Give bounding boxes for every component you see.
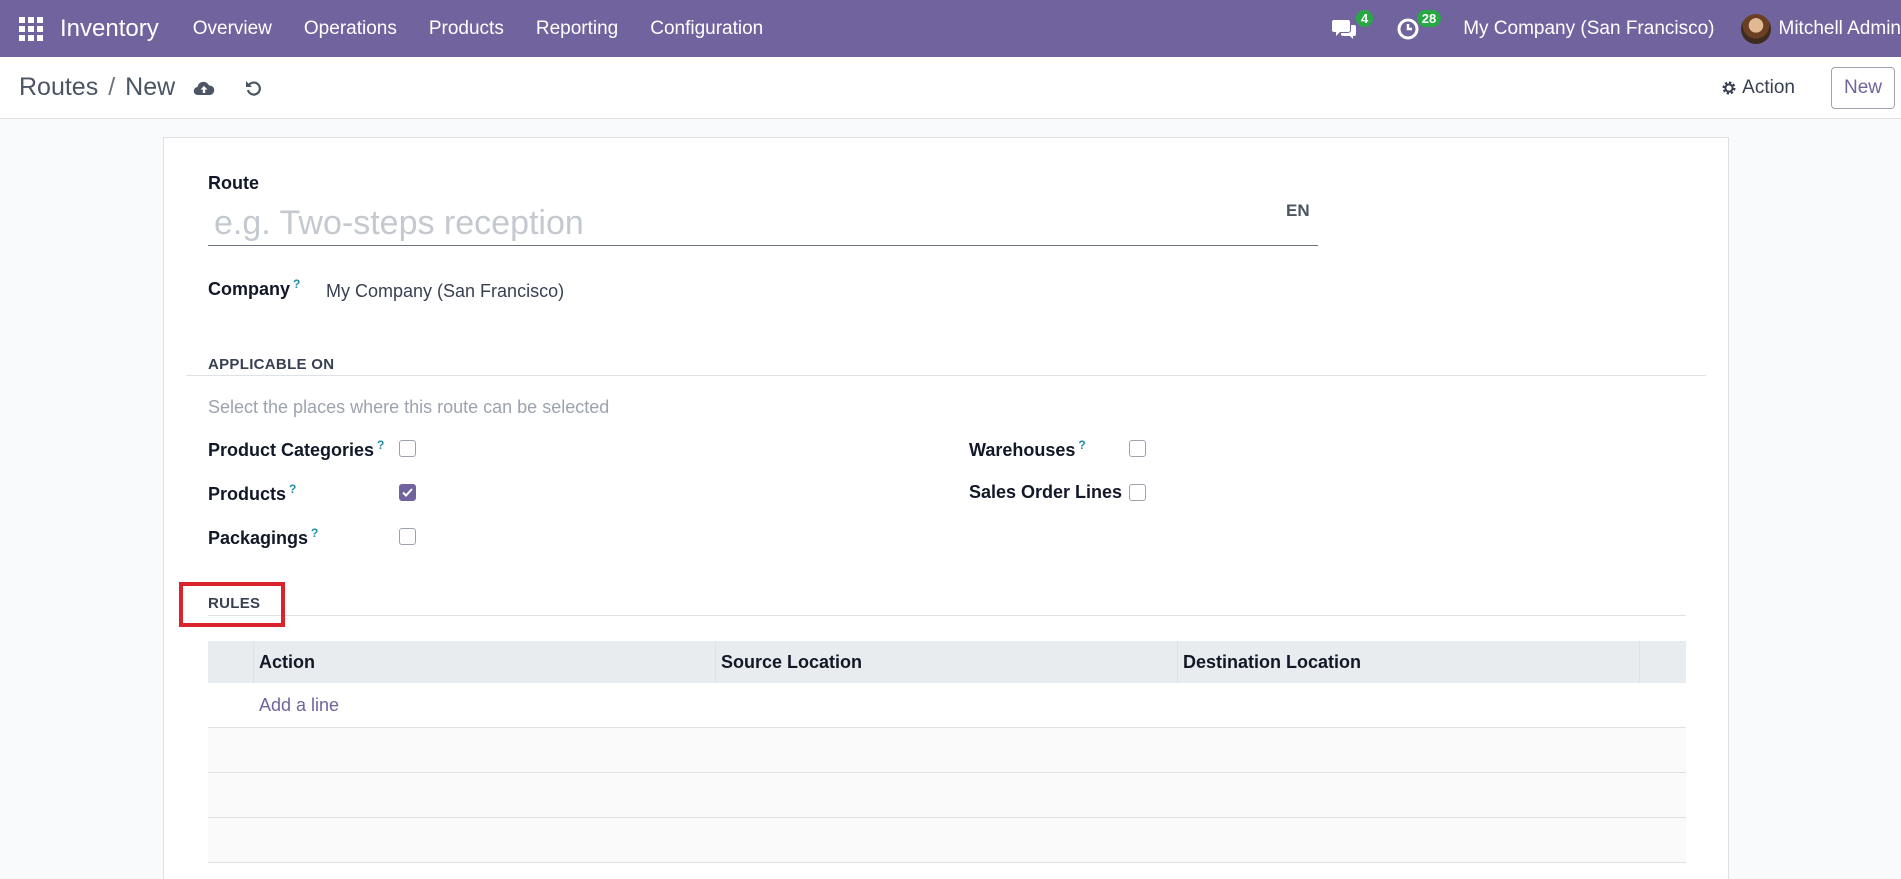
form-sheet: Route EN Company? My Company (San Franci… [163, 137, 1729, 879]
company-switcher[interactable]: My Company (San Francisco) [1463, 18, 1714, 40]
product-categories-label: Product Categories? [208, 438, 384, 461]
gear-icon [1722, 81, 1736, 95]
column-destination-location[interactable]: Destination Location [1178, 641, 1640, 683]
translate-button[interactable]: EN [1286, 201, 1310, 221]
company-label-text: Company [208, 279, 291, 299]
section-divider [208, 615, 1686, 616]
warehouses-text: Warehouses [969, 440, 1076, 460]
applicable-on-hint: Select the places where this route can b… [208, 397, 610, 417]
route-name-input[interactable] [208, 201, 1318, 246]
menu-products[interactable]: Products [413, 18, 520, 40]
menu-operations[interactable]: Operations [288, 18, 413, 40]
sales-order-lines-label: Sales Order Lines [969, 482, 1123, 502]
chat-icon [1332, 19, 1357, 39]
action-menu-button[interactable]: Action [1721, 77, 1795, 99]
help-icon[interactable]: ? [311, 526, 318, 540]
breadcrumb-routes[interactable]: Routes [19, 73, 98, 102]
company-field[interactable]: My Company (San Francisco) [326, 281, 564, 302]
table-row [208, 773, 1686, 818]
add-line-link[interactable]: Add a line [208, 683, 1686, 728]
control-panel: Routes / New Action New [0, 57, 1901, 119]
table-row [208, 728, 1686, 773]
column-source-location[interactable]: Source Location [716, 641, 1178, 683]
messages-button[interactable]: 4 [1329, 9, 1374, 44]
user-avatar[interactable] [1740, 13, 1771, 44]
company-label: Company? [208, 277, 300, 300]
optional-columns-toggle[interactable] [1640, 641, 1686, 683]
navbar-systray: 4 28 My Company (San Francisco) Mitchell… [1329, 0, 1901, 57]
breadcrumb-separator: / [108, 73, 116, 101]
new-button[interactable]: New [1830, 67, 1895, 109]
top-navbar: Inventory Overview Operations Products R… [0, 0, 1901, 57]
product-categories-text: Product Categories [208, 440, 375, 460]
rules-table: Action Source Location Destination Locat… [208, 641, 1686, 863]
control-panel-actions: Action New [1721, 57, 1895, 119]
sales-order-lines-checkbox[interactable] [1129, 484, 1146, 501]
breadcrumb: Routes / New [19, 73, 175, 102]
action-label: Action [1742, 77, 1795, 98]
help-icon[interactable]: ? [293, 277, 300, 291]
undo-icon [246, 80, 262, 96]
rules-table-header: Action Source Location Destination Locat… [208, 641, 1686, 683]
products-label: Products? [208, 482, 296, 505]
applicable-on-title: APPLICABLE ON [208, 356, 335, 373]
menu-reporting[interactable]: Reporting [520, 18, 634, 40]
activities-badge: 28 [1416, 9, 1442, 27]
section-divider [186, 375, 1706, 376]
user-menu[interactable]: Mitchell Admin [1779, 18, 1901, 40]
handle-column [208, 641, 254, 683]
packagings-text: Packagings [208, 528, 309, 548]
route-label: Route [208, 173, 259, 193]
products-text: Products [208, 484, 287, 504]
help-icon[interactable]: ? [289, 482, 296, 496]
help-icon[interactable]: ? [1078, 438, 1085, 452]
warehouses-checkbox[interactable] [1129, 440, 1146, 457]
rules-title: RULES [208, 595, 261, 612]
save-button[interactable] [193, 77, 215, 99]
discard-button[interactable] [243, 77, 265, 99]
menu-configuration[interactable]: Configuration [634, 18, 779, 40]
messages-badge: 4 [1355, 9, 1374, 27]
packagings-label: Packagings? [208, 526, 318, 549]
table-row: Add a line [208, 683, 1686, 728]
checkmark-icon [402, 488, 413, 497]
apps-grid-icon[interactable] [17, 15, 45, 43]
column-action[interactable]: Action [254, 641, 716, 683]
breadcrumb-current: New [125, 73, 176, 101]
app-name[interactable]: Inventory [60, 15, 159, 43]
products-checkbox[interactable] [399, 484, 416, 501]
warehouses-label: Warehouses? [969, 438, 1086, 461]
packagings-checkbox[interactable] [399, 528, 416, 545]
cloud-upload-icon [193, 81, 215, 95]
help-icon[interactable]: ? [377, 438, 384, 452]
activities-button[interactable]: 28 [1393, 9, 1442, 44]
menu-overview[interactable]: Overview [177, 18, 288, 40]
product-categories-checkbox[interactable] [399, 440, 416, 457]
table-row [208, 818, 1686, 863]
